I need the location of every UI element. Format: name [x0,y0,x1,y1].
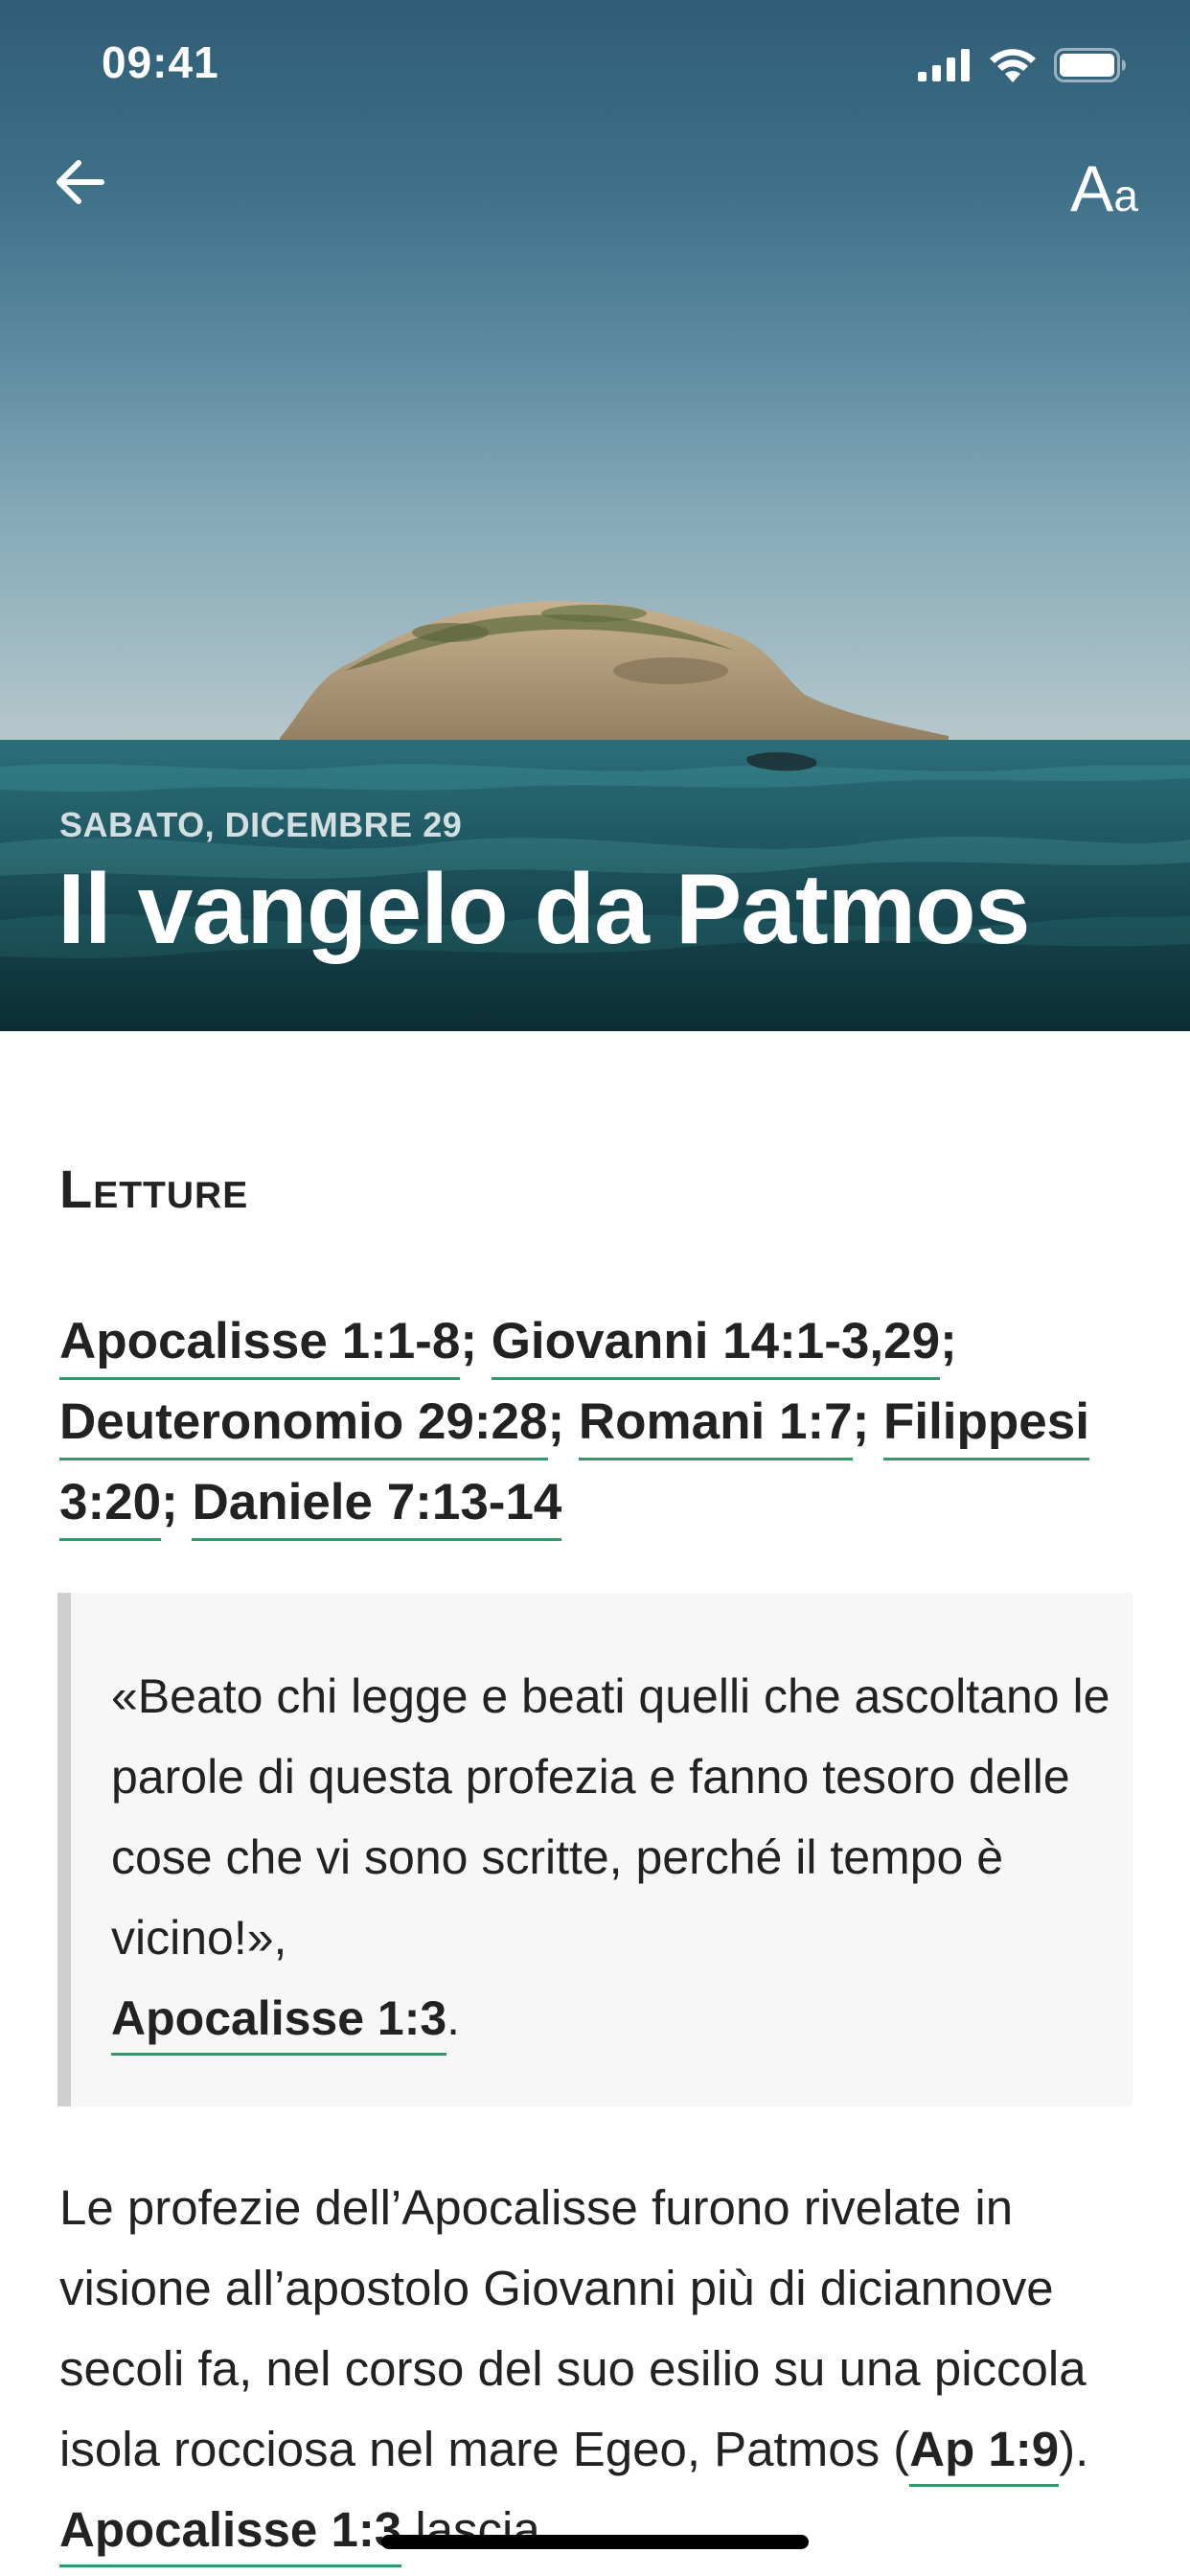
bible-ref-link[interactable]: Ap 1:9 [909,2422,1060,2487]
wifi-icon [990,49,1036,82]
readings-list: Apocalisse 1:1-8; Giovanni 14:1-3,29; De… [59,1301,1142,1543]
cellular-signal-icon [918,49,970,81]
lesson-date: SABATO, DICEMBRE 29 [59,805,463,844]
ref-separator: ; [161,1474,178,1530]
section-heading-readings: Letture [59,1159,249,1219]
lesson-content: Letture Apocalisse 1:1-8; Giovanni 14:1-… [0,1031,1190,2576]
bible-ref-link[interactable]: Giovanni 14:1-3,29 [491,1313,941,1380]
status-time: 09:41 [102,37,219,87]
font-size-icon-small: a [1113,171,1138,220]
lesson-paragraph: Le profezie dell’Apocalisse furono rivel… [59,2168,1142,2570]
back-button[interactable] [52,153,109,211]
font-size-icon-big: A [1070,152,1114,225]
quote-ref-link[interactable]: Apocalisse 1:3 [111,1991,447,2056]
quote-text: «Beato chi legge e beati quelli che asco… [111,1656,1117,2058]
bible-ref-link[interactable]: Romani 1:7 [578,1393,853,1460]
ref-separator: ; [852,1393,870,1450]
battery-icon [1054,48,1126,82]
quote-body: «Beato chi legge e beati quelli che asco… [111,1669,1110,1965]
home-indicator[interactable] [381,2535,809,2549]
bible-ref-link[interactable]: Apocalisse 1:3 [59,2502,402,2567]
ref-separator: ; [547,1393,565,1450]
ref-separator: ; [460,1313,477,1369]
bible-ref-link[interactable]: Deuteronomio 29:28 [59,1393,548,1460]
quote-end: . [446,1991,461,2045]
lesson-title: Il vangelo da Patmos [57,854,1031,965]
paragraph-text: ). [1059,2422,1089,2476]
hero-header: 09:41 A a SABATO, DICEMBRE 29 Il vangelo… [0,0,1190,1031]
status-icons [918,46,1127,84]
arrow-left-icon [57,160,104,204]
status-bar: 09:41 [0,0,1190,125]
memory-verse-quote: «Beato chi legge e beati quelli che asco… [57,1593,1133,2106]
bible-ref-link[interactable]: Daniele 7:13-14 [192,1474,562,1541]
font-size-button[interactable]: A a [1070,151,1138,225]
ref-separator: ; [940,1313,957,1369]
bible-ref-link[interactable]: Apocalisse 1:1-8 [59,1313,461,1380]
